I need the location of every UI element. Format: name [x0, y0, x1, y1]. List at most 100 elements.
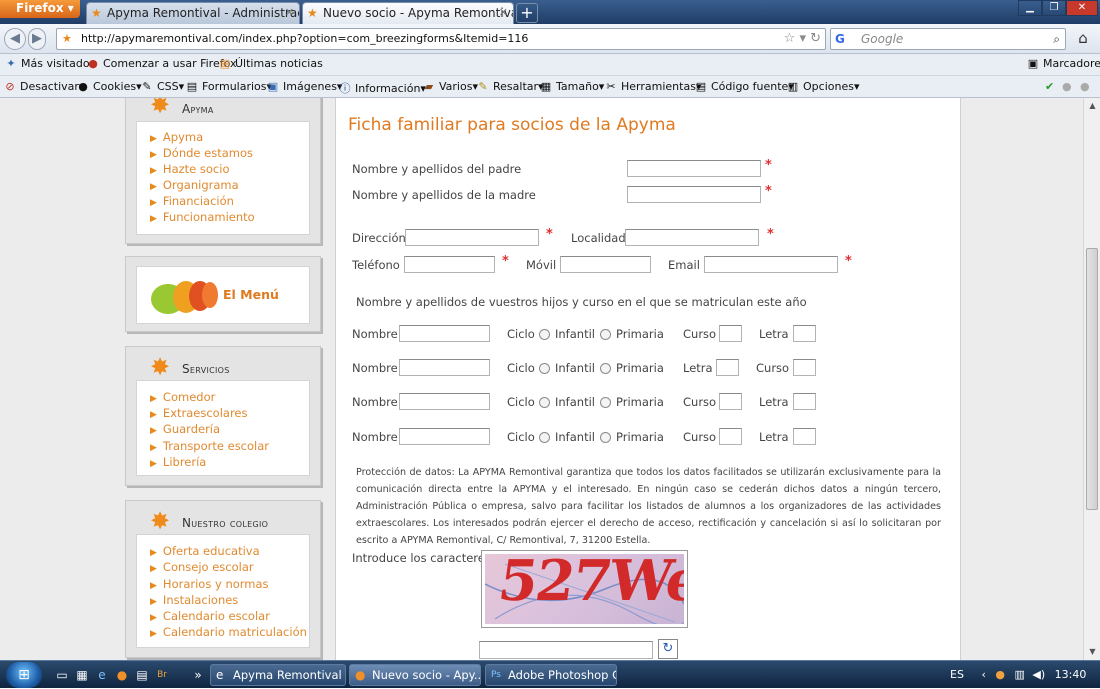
child-field2-input[interactable]: [793, 393, 816, 410]
refresh-icon[interactable]: ↻: [658, 639, 678, 659]
madre-input[interactable]: [627, 186, 761, 203]
child-field2-input[interactable]: [793, 359, 816, 376]
child-field1-input[interactable]: [719, 428, 742, 445]
page-scrollbar[interactable]: ▲ ▼: [1083, 98, 1100, 660]
primaria-radio[interactable]: [600, 363, 611, 374]
bookmark-star-icon[interactable]: ☆ ▾ ↻: [784, 29, 821, 49]
volume-icon[interactable]: ◀): [1032, 668, 1045, 681]
wd-tamano[interactable]: ▦ Tamaño▾: [539, 80, 605, 93]
more-quicklaunch-icon[interactable]: »: [190, 667, 206, 683]
ie-icon[interactable]: e: [94, 667, 110, 683]
bookmark-comenzar[interactable]: ● Comenzar a usar Firefox: [86, 57, 236, 70]
task-apyma-admin[interactable]: e Apyma Remontival ...: [210, 664, 346, 686]
wd-desactivar[interactable]: ⊘ Desactivar▾: [3, 80, 84, 93]
tray-expand-icon[interactable]: ‹: [981, 668, 985, 681]
network-icon[interactable]: ▥: [1014, 668, 1024, 681]
search-input[interactable]: G Google ⌕: [830, 28, 1066, 50]
wd-formularios[interactable]: ▤ Formularios▾: [185, 80, 272, 93]
captcha-input[interactable]: [479, 641, 653, 659]
wd-resaltar[interactable]: ✎ Resaltar▾: [476, 80, 543, 93]
sidebar-item-comedor[interactable]: ▶ Comedor: [150, 390, 215, 404]
sidebar-item-transporte[interactable]: ▶ Transporte escolar: [150, 439, 269, 453]
tab-admin[interactable]: ★Apyma Remontival - Administración✕: [86, 2, 300, 24]
infantil-radio[interactable]: [539, 432, 550, 443]
close-tab-icon[interactable]: ✕: [499, 3, 508, 23]
bookmarks-menu[interactable]: ▣Marcadores: [1026, 57, 1100, 70]
sidebar-item-apyma[interactable]: ▶ Apyma: [150, 130, 203, 144]
scroll-up-icon[interactable]: ▲: [1084, 98, 1100, 114]
show-desktop-icon[interactable]: ▭: [54, 667, 70, 683]
child-field2-input[interactable]: [793, 428, 816, 445]
telefono-input[interactable]: [404, 256, 495, 273]
wd-varios[interactable]: ▰ Varios▾: [422, 80, 478, 93]
wd-opciones[interactable]: ▥ Opciones▾: [786, 80, 860, 93]
infantil-radio[interactable]: [539, 363, 550, 374]
sidebar-item-calendario-escolar[interactable]: ▶ Calendario escolar: [150, 609, 270, 623]
child-field2-input[interactable]: [793, 325, 816, 342]
google-engine-icon[interactable]: G: [835, 29, 845, 49]
infantil-radio[interactable]: [539, 397, 550, 408]
folder-icon[interactable]: ▤: [134, 667, 150, 683]
infantil-radio[interactable]: [539, 329, 550, 340]
sidebar-item-extraescolares[interactable]: ▶ Extraescolares: [150, 406, 248, 420]
bookmark-ultimas-noticias[interactable]: ▤ Últimas noticias: [218, 57, 323, 70]
child-nombre-input[interactable]: [399, 325, 490, 342]
child-nombre-input[interactable]: [399, 393, 490, 410]
movil-input[interactable]: [560, 256, 651, 273]
wd-cookies[interactable]: ● Cookies▾: [76, 80, 141, 93]
sidebar-item-oferta[interactable]: ▶ Oferta educativa: [150, 544, 260, 558]
wd-informacion[interactable]: ⓘ Información▾: [338, 80, 426, 96]
localidad-input[interactable]: [625, 229, 759, 246]
sidebar-item-libreria[interactable]: ▶ Librería: [150, 455, 206, 469]
scroll-down-icon[interactable]: ▼: [1084, 644, 1100, 660]
forward-button[interactable]: ▶: [28, 28, 46, 50]
language-indicator[interactable]: ES: [950, 668, 964, 681]
tray-app-icon[interactable]: ●: [995, 668, 1005, 681]
new-tab-button[interactable]: +: [516, 3, 538, 23]
child-field1-input[interactable]: [719, 393, 742, 410]
padre-input[interactable]: [627, 160, 761, 177]
back-button[interactable]: ◀: [4, 28, 26, 50]
wd-css[interactable]: ✎ CSS▾: [140, 80, 184, 93]
start-button[interactable]: ⊞: [6, 662, 42, 688]
child-field1-input[interactable]: [719, 325, 742, 342]
primaria-radio[interactable]: [600, 397, 611, 408]
task-nuevo-socio[interactable]: ● Nuevo socio - Apy...: [349, 664, 481, 686]
wd-herramientas[interactable]: ✂ Herramientas▾: [604, 80, 701, 93]
child-nombre-input[interactable]: [399, 359, 490, 376]
firefox-menu-button[interactable]: Firefox ▾: [0, 0, 80, 18]
menu-banner-label[interactable]: El Menú: [223, 287, 279, 302]
close-tab-icon[interactable]: ✕: [285, 3, 294, 23]
firefox-quicklaunch-icon[interactable]: ●: [114, 667, 130, 683]
wd-codigo-fuente[interactable]: ▤ Código fuente▾: [694, 80, 794, 93]
bridge-icon[interactable]: Br: [154, 667, 170, 683]
sidebar-item-calendario-matriculacion[interactable]: ▶ Calendario matriculación: [150, 625, 307, 639]
direccion-input[interactable]: [405, 229, 539, 246]
wd-imagenes[interactable]: ▣ Imágenes▾: [266, 80, 343, 93]
sidebar-item-hazte-socio[interactable]: ▶ Hazte socio: [150, 162, 229, 176]
close-window-button[interactable]: ✕: [1066, 0, 1098, 16]
search-icon[interactable]: ⌕: [1053, 29, 1060, 49]
child-field1-input[interactable]: [716, 359, 739, 376]
clock[interactable]: 13:40: [1055, 668, 1087, 681]
child-nombre-input[interactable]: [399, 428, 490, 445]
sidebar-item-funcionamiento[interactable]: ▶ Funcionamiento: [150, 210, 255, 224]
task-photoshop[interactable]: PsAdobe Photoshop C...: [485, 664, 617, 686]
sidebar-item-organigrama[interactable]: ▶ Organigrama: [150, 178, 239, 192]
sidebar-menu-banner[interactable]: El Menú: [125, 256, 321, 332]
home-icon[interactable]: ⌂: [1072, 28, 1094, 50]
url-bar[interactable]: ★ http://apymaremontival.com/index.php?o…: [56, 28, 826, 50]
sidebar-item-guarderia[interactable]: ▶ Guardería: [150, 422, 220, 436]
tab-nuevo-socio[interactable]: ★ Nuevo socio - Apyma Remontival ✕: [302, 2, 514, 24]
sidebar-item-financiacion[interactable]: ▶ Financiación: [150, 194, 234, 208]
explorer-icon[interactable]: ▦: [74, 667, 90, 683]
sidebar-item-consejo[interactable]: ▶ Consejo escolar: [150, 560, 254, 574]
sidebar-item-horarios[interactable]: ▶ Horarios y normas: [150, 577, 269, 591]
email-input[interactable]: [704, 256, 838, 273]
primaria-radio[interactable]: [600, 432, 611, 443]
bookmark-mas-visitados[interactable]: ✦ Más visitados: [4, 57, 95, 70]
primaria-radio[interactable]: [600, 329, 611, 340]
sidebar-item-donde[interactable]: ▶ Dónde estamos: [150, 146, 253, 160]
minimize-button[interactable]: ▁: [1018, 0, 1042, 16]
sidebar-item-instalaciones[interactable]: ▶ Instalaciones: [150, 593, 238, 607]
